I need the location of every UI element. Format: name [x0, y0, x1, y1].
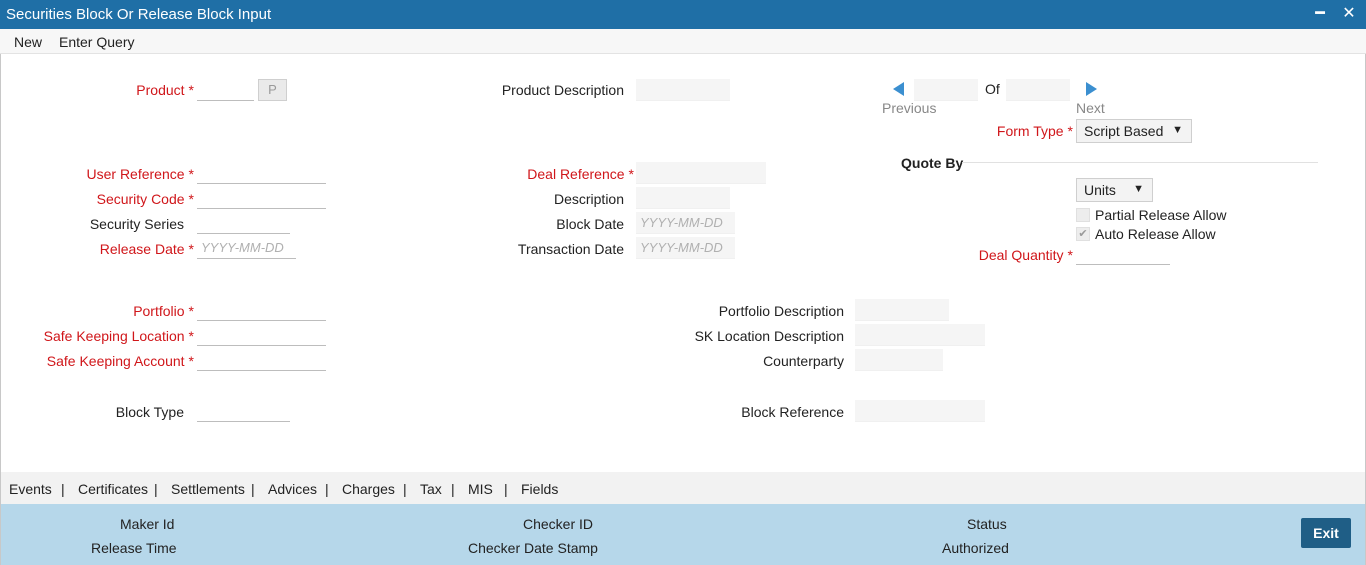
product-description-field	[636, 79, 730, 101]
deal-quantity-input[interactable]	[1076, 243, 1170, 265]
checker-id-label: Checker ID	[523, 516, 594, 532]
tab-separator: |	[504, 481, 508, 497]
security-series-label: Security Series	[89, 216, 184, 232]
tab-events[interactable]: Events	[9, 481, 52, 497]
transaction-date-field	[636, 237, 735, 259]
audit-footer: Maker Id Release Time Checker ID Checker…	[0, 504, 1366, 565]
portfolio-description-label: Portfolio Description	[718, 303, 844, 319]
description-label: Description	[553, 191, 624, 207]
safe-keeping-account-input[interactable]	[197, 349, 326, 371]
block-date-label: Block Date	[556, 216, 624, 232]
block-type-input[interactable]	[197, 400, 290, 422]
product-lookup-button[interactable]: P	[258, 79, 287, 101]
portfolio-input[interactable]	[197, 299, 326, 321]
block-reference-field	[855, 400, 985, 422]
release-date-input[interactable]	[197, 237, 296, 259]
maker-id-label: Maker Id	[120, 516, 175, 532]
authorized-label: Authorized	[942, 540, 1009, 556]
portfolio-description-field	[855, 299, 949, 321]
checkmark-icon: ✔	[1078, 228, 1088, 240]
description-field	[636, 187, 730, 209]
current-record-field	[914, 79, 978, 101]
quote-by-divider	[962, 162, 1318, 163]
checker-date-stamp-label: Checker Date Stamp	[468, 540, 598, 556]
minimize-icon[interactable]: ━	[1311, 4, 1329, 24]
previous-label[interactable]: Previous	[882, 100, 936, 116]
safe-keeping-account-label: Safe Keeping Account *	[46, 353, 194, 369]
quote-by-heading: Quote By	[901, 155, 964, 171]
tab-certificates[interactable]: Certificates	[78, 481, 148, 497]
auto-release-checkbox[interactable]: ✔	[1076, 227, 1090, 241]
menu-bar: New Enter Query	[0, 29, 1366, 54]
security-code-input[interactable]	[197, 187, 326, 209]
release-time-label: Release Time	[91, 540, 177, 556]
block-date-field	[636, 212, 735, 234]
sub-screen-tab-bar: Events | Certificates | Settlements | Ad…	[0, 472, 1366, 504]
tab-tax[interactable]: Tax	[420, 481, 442, 497]
product-label: Product *	[136, 82, 194, 98]
tab-separator: |	[325, 481, 329, 497]
transaction-date-label: Transaction Date	[517, 241, 624, 257]
form-type-select[interactable]: Script Based ▼	[1076, 119, 1192, 143]
auto-release-label: Auto Release Allow	[1095, 226, 1216, 242]
product-description-label: Product Description	[501, 82, 624, 98]
form-type-label: Form Type *	[996, 123, 1073, 139]
quote-by-select[interactable]: Units ▼	[1076, 178, 1153, 202]
next-label[interactable]: Next	[1076, 100, 1105, 116]
block-type-label: Block Type	[115, 404, 184, 420]
window-title: Securities Block Or Release Block Input	[6, 6, 272, 23]
tab-charges[interactable]: Charges	[342, 481, 395, 497]
tab-settlements[interactable]: Settlements	[171, 481, 245, 497]
block-reference-label: Block Reference	[741, 404, 844, 420]
chevron-down-icon: ▼	[1172, 124, 1183, 136]
tab-fields[interactable]: Fields	[521, 481, 558, 497]
tab-mis[interactable]: MIS	[468, 481, 493, 497]
safe-keeping-location-label: Safe Keeping Location *	[43, 328, 194, 344]
security-code-label: Security Code *	[96, 191, 194, 207]
of-label: Of	[985, 81, 1000, 97]
next-arrow-icon[interactable]	[1086, 82, 1097, 96]
sk-location-description-field	[855, 324, 985, 346]
user-reference-label: User Reference *	[86, 166, 195, 182]
partial-release-label: Partial Release Allow	[1095, 207, 1227, 223]
tab-separator: |	[403, 481, 407, 497]
previous-arrow-icon[interactable]	[893, 82, 904, 96]
enter-query-menu-item[interactable]: Enter Query	[59, 34, 134, 50]
security-series-input[interactable]	[197, 212, 290, 234]
deal-reference-field	[636, 162, 766, 184]
counterparty-label: Counterparty	[763, 353, 844, 369]
deal-reference-label: Deal Reference *	[527, 166, 634, 182]
form-type-value: Script Based	[1084, 123, 1164, 139]
user-reference-input[interactable]	[197, 162, 326, 184]
chevron-down-icon: ▼	[1133, 183, 1144, 195]
tab-separator: |	[251, 481, 255, 497]
release-date-label: Release Date *	[99, 241, 194, 257]
total-records-field	[1006, 79, 1070, 101]
tab-separator: |	[154, 481, 158, 497]
tab-advices[interactable]: Advices	[268, 481, 317, 497]
portfolio-label: Portfolio *	[133, 303, 194, 319]
exit-button[interactable]: Exit	[1301, 518, 1351, 548]
window-titlebar: Securities Block Or Release Block Input …	[0, 0, 1366, 29]
sk-location-description-label: SK Location Description	[694, 328, 844, 344]
tab-separator: |	[61, 481, 65, 497]
quote-by-value: Units	[1084, 182, 1116, 198]
deal-quantity-label: Deal Quantity *	[978, 247, 1073, 263]
safe-keeping-location-input[interactable]	[197, 324, 326, 346]
product-input[interactable]	[197, 79, 254, 101]
close-icon[interactable]: ✕	[1340, 4, 1358, 24]
counterparty-field	[855, 349, 943, 371]
partial-release-checkbox[interactable]	[1076, 208, 1090, 222]
tab-separator: |	[451, 481, 455, 497]
status-label: Status	[967, 516, 1007, 532]
new-menu-item[interactable]: New	[14, 34, 42, 50]
